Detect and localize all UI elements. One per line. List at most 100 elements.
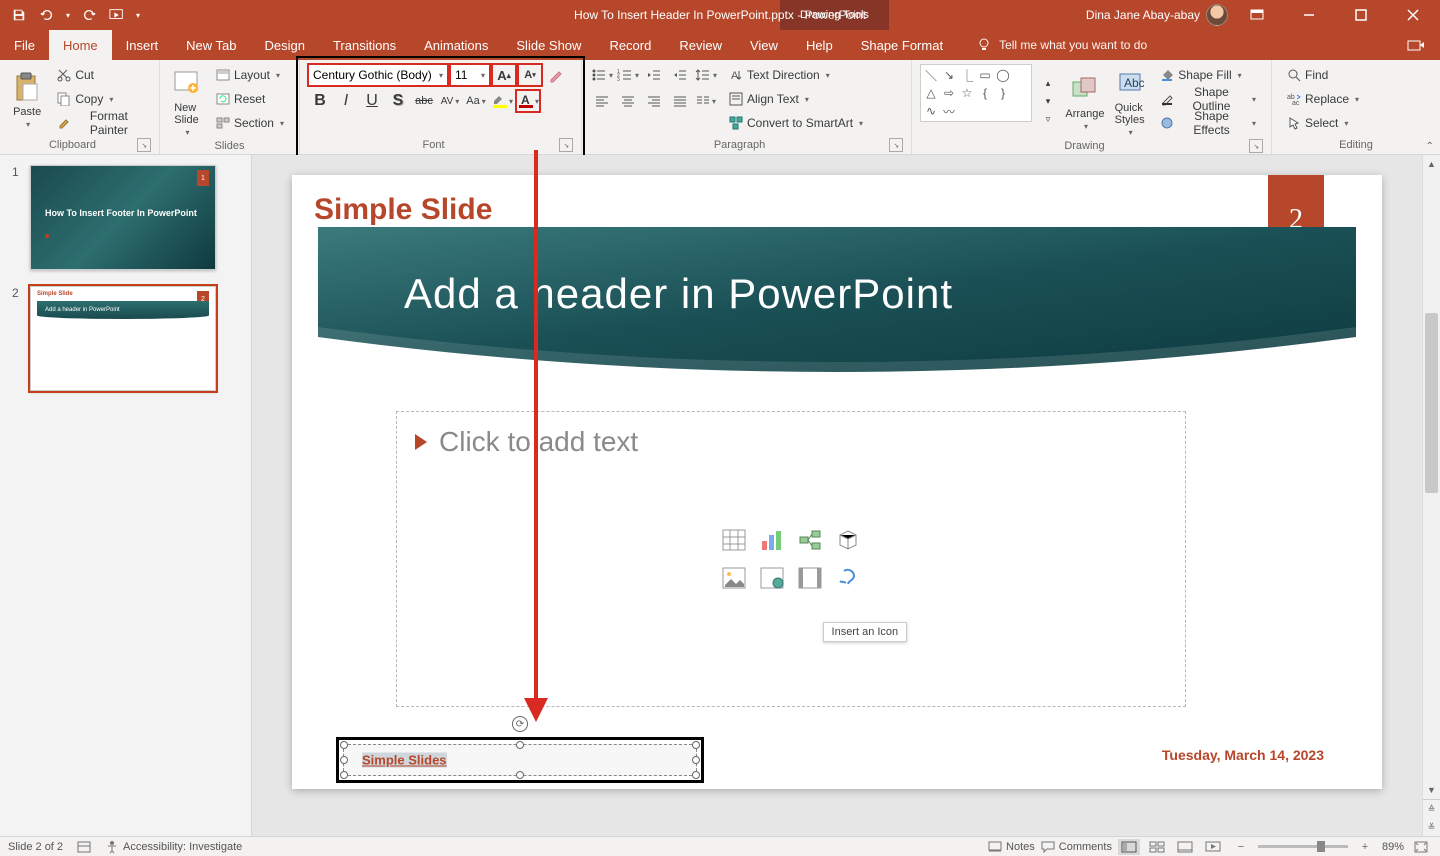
paragraph-launcher[interactable] bbox=[889, 138, 903, 152]
user-avatar[interactable] bbox=[1206, 4, 1228, 26]
font-launcher[interactable] bbox=[559, 138, 573, 152]
justify-icon[interactable] bbox=[668, 90, 692, 112]
resize-handle[interactable] bbox=[340, 771, 348, 779]
align-right-icon[interactable] bbox=[642, 90, 666, 112]
tell-me-search[interactable]: Tell me what you want to do bbox=[977, 30, 1147, 60]
numbering-icon[interactable]: 123▾ bbox=[616, 64, 640, 86]
bold-icon[interactable]: B bbox=[308, 90, 332, 112]
maximize-icon[interactable] bbox=[1338, 0, 1384, 30]
tab-view[interactable]: View bbox=[736, 30, 792, 60]
paste-button[interactable]: Paste ▾ bbox=[8, 64, 46, 134]
gallery-scroll-down-icon[interactable]: ▾ bbox=[1036, 93, 1060, 111]
align-center-icon[interactable] bbox=[616, 90, 640, 112]
resize-handle[interactable] bbox=[340, 741, 348, 749]
arrange-button[interactable]: Arrange▾ bbox=[1064, 64, 1106, 139]
tab-record[interactable]: Record bbox=[595, 30, 665, 60]
gallery-scroll-up-icon[interactable]: ▴ bbox=[1036, 75, 1060, 93]
change-case-icon[interactable]: Aa▾ bbox=[464, 90, 488, 112]
strikethrough-icon[interactable]: abc bbox=[412, 90, 436, 112]
find-button[interactable]: Find bbox=[1280, 64, 1432, 86]
rotate-handle-icon[interactable]: ⟳ bbox=[512, 716, 528, 732]
comments-button[interactable]: Comments bbox=[1041, 841, 1112, 853]
italic-icon[interactable]: I bbox=[334, 90, 358, 112]
sorter-view-icon[interactable] bbox=[1146, 839, 1168, 855]
shadow-icon[interactable]: S bbox=[386, 90, 410, 112]
resize-handle[interactable] bbox=[692, 756, 700, 764]
clear-formatting-icon[interactable] bbox=[544, 64, 568, 86]
tab-file[interactable]: File bbox=[0, 30, 49, 60]
slideshow-view-icon[interactable] bbox=[1202, 839, 1224, 855]
next-slide-icon[interactable]: ≚ bbox=[1423, 818, 1440, 836]
increase-font-icon[interactable]: A▴ bbox=[492, 64, 516, 86]
insert-online-picture-icon[interactable] bbox=[756, 562, 788, 594]
language-icon[interactable] bbox=[77, 841, 91, 853]
reset-button[interactable]: Reset bbox=[209, 88, 291, 110]
shape-fill-button[interactable]: Shape Fill▾ bbox=[1153, 64, 1263, 86]
clipboard-launcher[interactable] bbox=[137, 138, 151, 152]
qat-more-icon[interactable]: ▾ bbox=[132, 2, 144, 28]
cut-button[interactable]: Cut bbox=[50, 64, 151, 86]
tab-shape-format[interactable]: Shape Format bbox=[847, 30, 957, 60]
footer-text[interactable]: Simple Slides bbox=[362, 753, 447, 768]
copy-button[interactable]: Copy▾ bbox=[50, 88, 151, 110]
undo-icon[interactable] bbox=[34, 2, 60, 28]
thumbnail-slide-1[interactable]: 1 How To Insert Footer In PowerPoint bbox=[30, 165, 216, 270]
convert-smartart-button[interactable]: Convert to SmartArt▾ bbox=[722, 112, 870, 134]
minimize-icon[interactable] bbox=[1286, 0, 1332, 30]
slide[interactable]: Simple Slide 2 Add a header in PowerPoin… bbox=[292, 175, 1382, 789]
underline-icon[interactable]: U bbox=[360, 90, 384, 112]
content-placeholder[interactable]: Click to add text Insert an Icon bbox=[396, 411, 1186, 707]
thumbnail-slide-2[interactable]: Simple Slide 2 Add a header in PowerPoin… bbox=[30, 286, 216, 391]
shape-outline-button[interactable]: Shape Outline▾ bbox=[1153, 88, 1263, 110]
resize-handle[interactable] bbox=[340, 756, 348, 764]
accessibility-status[interactable]: Accessibility: Investigate bbox=[105, 840, 242, 854]
scroll-up-icon[interactable]: ▲ bbox=[1423, 155, 1440, 173]
bullets-icon[interactable]: ▾ bbox=[590, 64, 614, 86]
insert-video-icon[interactable] bbox=[794, 562, 826, 594]
insert-3dmodel-icon[interactable] bbox=[832, 524, 864, 556]
align-left-icon[interactable] bbox=[590, 90, 614, 112]
shape-effects-button[interactable]: Shape Effects▾ bbox=[1153, 112, 1263, 134]
zoom-in-icon[interactable]: + bbox=[1354, 839, 1376, 855]
select-button[interactable]: Select▾ bbox=[1280, 112, 1432, 134]
ribbon-display-icon[interactable] bbox=[1234, 0, 1280, 30]
tab-animations[interactable]: Animations bbox=[410, 30, 502, 60]
highlight-color-icon[interactable]: ▾ bbox=[490, 90, 514, 112]
insert-chart-icon[interactable] bbox=[756, 524, 788, 556]
increase-indent-icon[interactable] bbox=[668, 64, 692, 86]
insert-table-icon[interactable] bbox=[718, 524, 750, 556]
tab-review[interactable]: Review bbox=[665, 30, 736, 60]
footer-textbox[interactable]: Simple Slides bbox=[343, 744, 697, 776]
scroll-track[interactable] bbox=[1423, 173, 1440, 781]
text-direction-button[interactable]: AText Direction▾ bbox=[722, 64, 870, 86]
zoom-slider[interactable] bbox=[1258, 845, 1348, 848]
font-size-select[interactable]: 11▾ bbox=[450, 64, 490, 86]
start-from-beginning-icon[interactable] bbox=[104, 2, 130, 28]
tab-slideshow[interactable]: Slide Show bbox=[502, 30, 595, 60]
vertical-scrollbar[interactable]: ▲ ▼ ≙ ≚ bbox=[1422, 155, 1440, 836]
collapse-ribbon-icon[interactable]: ⌃ bbox=[1426, 141, 1434, 152]
decrease-indent-icon[interactable] bbox=[642, 64, 666, 86]
fit-to-window-icon[interactable] bbox=[1410, 839, 1432, 855]
zoom-out-icon[interactable]: − bbox=[1230, 839, 1252, 855]
share-button[interactable] bbox=[1392, 30, 1440, 60]
resize-handle[interactable] bbox=[516, 771, 524, 779]
insert-icon-icon[interactable] bbox=[832, 562, 864, 594]
font-name-select[interactable]: Century Gothic (Body)▾ bbox=[308, 64, 448, 86]
font-color-icon[interactable]: A▾ bbox=[516, 90, 540, 112]
redo-icon[interactable] bbox=[76, 2, 102, 28]
char-spacing-icon[interactable]: AV▾ bbox=[438, 90, 462, 112]
resize-handle[interactable] bbox=[516, 741, 524, 749]
resize-handle[interactable] bbox=[692, 771, 700, 779]
close-icon[interactable] bbox=[1390, 0, 1436, 30]
drawing-launcher[interactable] bbox=[1249, 139, 1263, 153]
shapes-gallery[interactable]: ＼ ↘ ⎿ ▭ ◯ △ ⇨ ☆ { } ∿ 〰 bbox=[920, 64, 1032, 122]
scroll-down-icon[interactable]: ▼ bbox=[1423, 781, 1440, 799]
resize-handle[interactable] bbox=[692, 741, 700, 749]
save-icon[interactable] bbox=[6, 2, 32, 28]
zoom-thumb[interactable] bbox=[1317, 841, 1325, 852]
tab-help[interactable]: Help bbox=[792, 30, 847, 60]
tab-insert[interactable]: Insert bbox=[112, 30, 173, 60]
align-text-button[interactable]: Align Text▾ bbox=[722, 88, 870, 110]
reading-view-icon[interactable] bbox=[1174, 839, 1196, 855]
